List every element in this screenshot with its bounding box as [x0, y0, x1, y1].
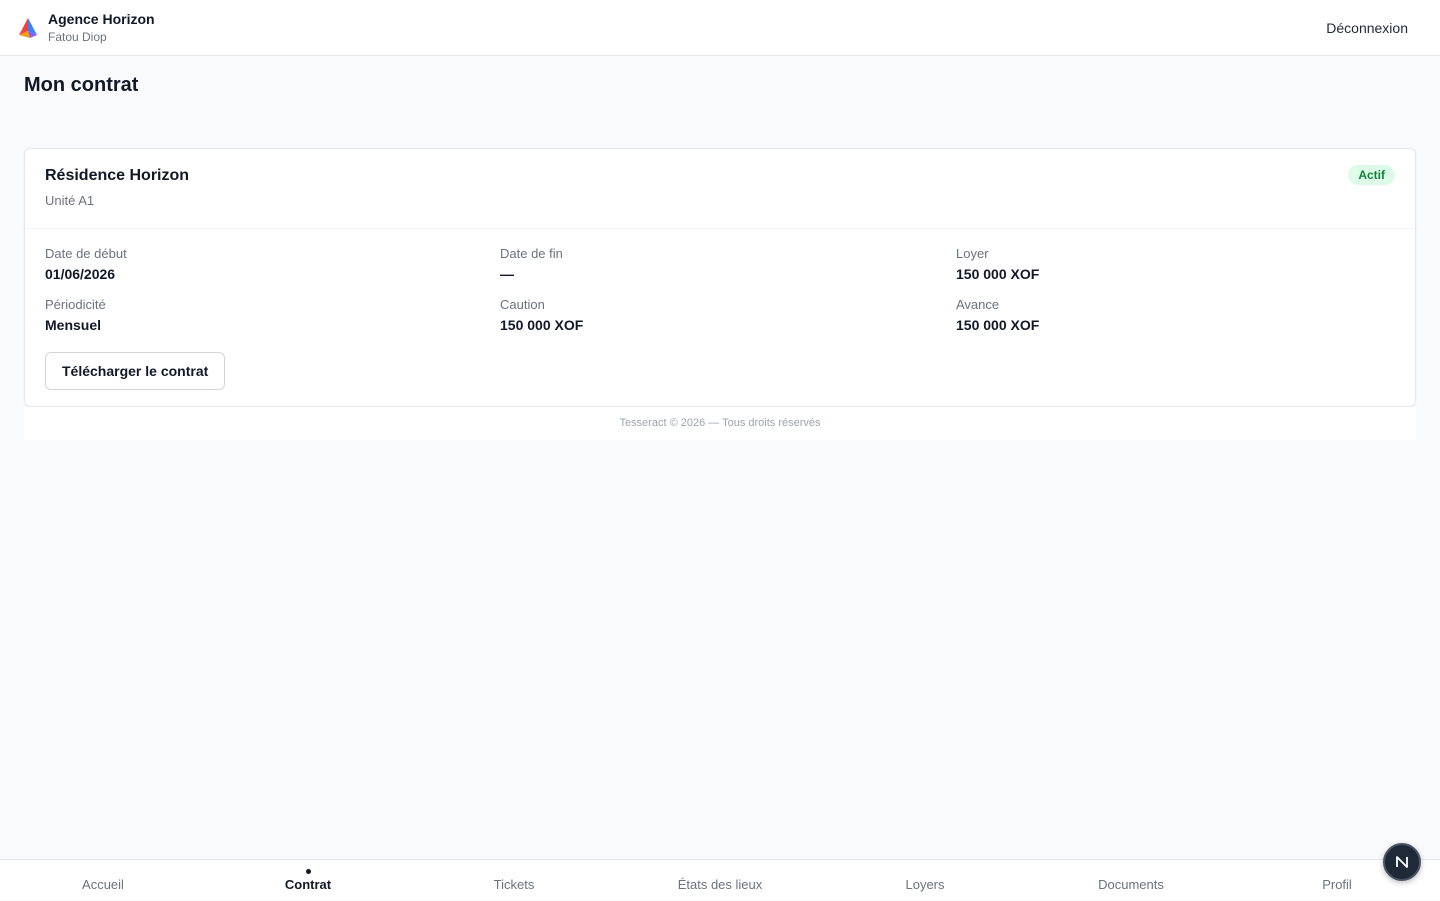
nav-item-contrat[interactable]: Contrat — [228, 860, 388, 901]
nav-item-label: Documents — [1098, 877, 1164, 892]
field-value: 150 000 XOF — [956, 266, 1040, 282]
field-value: Mensuel — [45, 317, 102, 333]
nav-item-documents[interactable]: Documents — [1051, 860, 1211, 901]
field-label: Avance — [956, 297, 1000, 312]
field-label: Date de début — [45, 246, 127, 261]
nav-item-label: Tickets — [493, 877, 535, 892]
logout-button[interactable]: Déconnexion — [1326, 20, 1408, 36]
contract-card-header: Résidence Horizon Unité A1 Actif — [25, 149, 1415, 229]
n-logo-icon — [1396, 856, 1408, 868]
field-start-date: Date de début 01/06/2026 — [45, 246, 500, 282]
field-label: Loyer — [956, 246, 989, 261]
dev-tools-button[interactable] — [1383, 843, 1421, 881]
nav-item-loyers[interactable]: Loyers — [845, 860, 1005, 901]
unit-name: Unité A1 — [45, 193, 95, 208]
nav-item-etats-des-lieux[interactable]: États des lieux — [640, 860, 800, 901]
contract-card: Résidence Horizon Unité A1 Actif Date de… — [24, 148, 1416, 407]
field-advance: Avance 150 000 XOF — [956, 297, 1397, 333]
active-indicator-dot — [305, 869, 311, 874]
nav-item-accueil[interactable]: Accueil — [23, 860, 183, 901]
field-value: 01/06/2026 — [45, 266, 116, 282]
bottom-nav: Accueil Contrat Tickets États des lieux … — [0, 859, 1440, 900]
page-title: Mon contrat — [24, 74, 139, 96]
brand: Agence Horizon Fatou Diop — [16, 11, 155, 44]
download-contract-button[interactable]: Télécharger le contrat — [45, 352, 226, 390]
field-periodicity: Périodicité Mensuel — [45, 297, 500, 333]
nav-item-label: États des lieux — [677, 877, 763, 892]
nav-item-label: Loyers — [905, 877, 945, 892]
nav-item-label: Contrat — [284, 877, 332, 892]
top-bar: Agence Horizon Fatou Diop Déconnexion — [0, 0, 1440, 56]
field-value: 150 000 XOF — [956, 317, 1040, 333]
status-badge: Actif — [1348, 165, 1395, 185]
property-name: Résidence Horizon — [45, 167, 190, 184]
nav-item-tickets[interactable]: Tickets — [434, 860, 594, 901]
nav-item-label: Accueil — [82, 877, 124, 892]
field-label: Périodicité — [45, 297, 106, 312]
field-value: — — [500, 266, 514, 282]
agency-logo-icon — [19, 17, 37, 38]
field-label: Date de fin — [500, 246, 563, 261]
user-name: Fatou Diop — [48, 29, 107, 44]
field-rent: Loyer 150 000 XOF — [956, 246, 1397, 282]
contract-details: Date de début 01/06/2026 Date de fin — L… — [45, 246, 1397, 333]
field-label: Caution — [500, 297, 545, 312]
agency-name: Agence Horizon — [48, 10, 155, 27]
nav-item-label: Profil — [1322, 877, 1352, 892]
field-deposit: Caution 150 000 XOF — [500, 297, 956, 333]
field-value: 150 000 XOF — [500, 317, 584, 333]
field-end-date: Date de fin — — [500, 246, 956, 282]
footer-text: Tesseract © 2026 — Tous droits réservés — [24, 407, 1416, 440]
